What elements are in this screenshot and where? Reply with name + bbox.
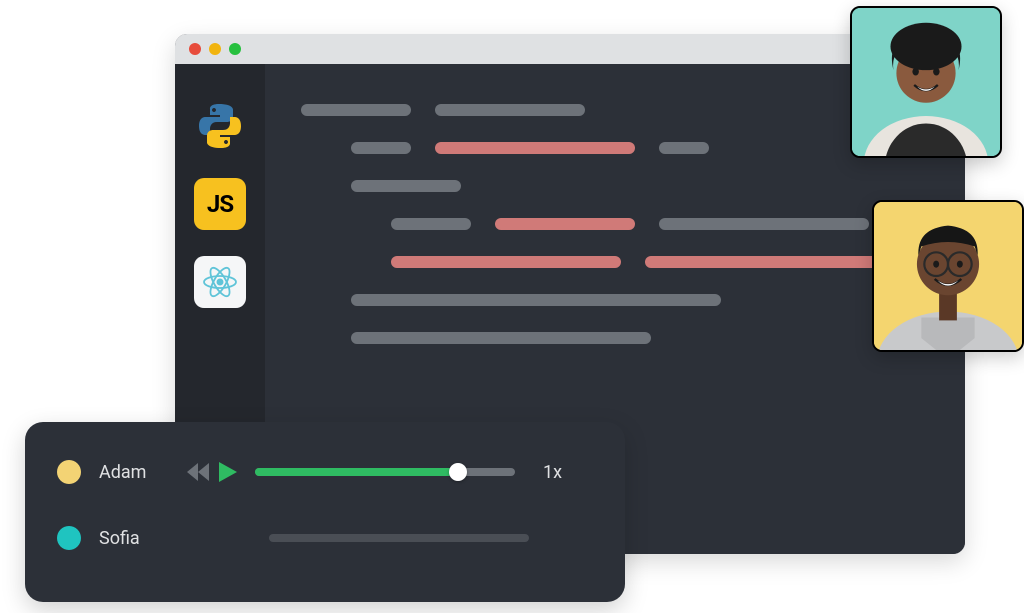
python-icon[interactable] bbox=[194, 100, 246, 152]
code-token bbox=[659, 142, 709, 154]
code-token bbox=[351, 332, 651, 344]
user-name-label: Sofia bbox=[99, 528, 169, 549]
user-color-dot bbox=[57, 526, 81, 550]
code-token bbox=[351, 142, 411, 154]
player-row-sofia: Sofia bbox=[57, 526, 593, 550]
code-token bbox=[659, 218, 869, 230]
user-name-label: Adam bbox=[99, 462, 169, 483]
player-row-adam: Adam 1x bbox=[57, 460, 593, 484]
progress-fill bbox=[255, 468, 458, 476]
inactive-progress-track[interactable] bbox=[269, 534, 529, 542]
react-icon[interactable] bbox=[194, 256, 246, 308]
close-icon[interactable] bbox=[189, 43, 201, 55]
code-token bbox=[351, 180, 461, 192]
minimize-icon[interactable] bbox=[209, 43, 221, 55]
user-color-dot bbox=[57, 460, 81, 484]
js-label: JS bbox=[207, 190, 233, 218]
code-token bbox=[495, 218, 635, 230]
playback-controls: 1x bbox=[187, 462, 562, 483]
participant-avatar-1[interactable] bbox=[850, 6, 1002, 158]
code-token bbox=[301, 104, 411, 116]
code-line bbox=[301, 218, 929, 230]
javascript-icon[interactable]: JS bbox=[194, 178, 246, 230]
code-line bbox=[301, 180, 929, 192]
code-token bbox=[435, 104, 585, 116]
code-line bbox=[301, 142, 929, 154]
progress-thumb[interactable] bbox=[449, 463, 467, 481]
play-icon[interactable] bbox=[219, 462, 237, 482]
rewind-icon[interactable] bbox=[187, 463, 209, 481]
window-titlebar bbox=[175, 34, 965, 64]
code-token bbox=[391, 256, 621, 268]
code-line bbox=[301, 256, 929, 268]
playback-panel: Adam 1x Sofia bbox=[25, 422, 625, 602]
maximize-icon[interactable] bbox=[229, 43, 241, 55]
code-line bbox=[301, 294, 929, 306]
progress-track[interactable] bbox=[255, 468, 515, 476]
code-line bbox=[301, 332, 929, 344]
participant-avatar-2[interactable] bbox=[872, 200, 1024, 352]
code-line bbox=[301, 104, 929, 116]
code-token bbox=[391, 218, 471, 230]
code-token bbox=[351, 294, 721, 306]
code-token bbox=[435, 142, 635, 154]
playback-speed-label[interactable]: 1x bbox=[543, 462, 562, 483]
